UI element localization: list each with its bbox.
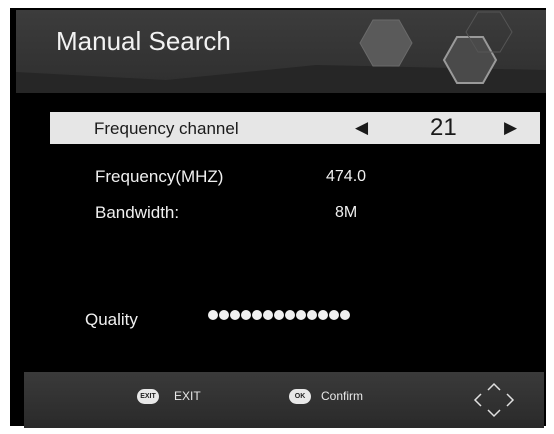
quality-dot (252, 310, 262, 320)
frequency-value: 474.0 (326, 168, 367, 185)
bandwidth-value: 8M (335, 204, 358, 221)
quality-dot (230, 310, 240, 320)
quality-dot (329, 310, 339, 320)
frequency-channel-row[interactable]: Frequency channel ◀ 21 ▶ (50, 112, 540, 144)
quality-dot (219, 310, 229, 320)
quality-indicator (208, 307, 350, 323)
quality-dot (263, 310, 273, 320)
quality-dot (274, 310, 284, 320)
direction-pad-icon (473, 382, 515, 418)
quality-label: Quality (85, 310, 138, 329)
bandwidth-label: Bandwidth: (95, 203, 180, 222)
quality-dot (340, 310, 350, 320)
quality-dot (318, 310, 328, 320)
exit-hint[interactable]: EXIT (174, 389, 201, 404)
frequency-channel-label: Frequency channel (94, 119, 239, 138)
left-arrow-icon[interactable]: ◀ (355, 118, 368, 138)
quality-dot (285, 310, 295, 320)
quality-dot (307, 310, 317, 320)
exit-key-icon: EXIT (137, 389, 159, 404)
frequency-channel-value: 21 (430, 114, 457, 141)
confirm-hint[interactable]: Confirm (321, 389, 363, 404)
header-bar: Manual Search (16, 10, 546, 93)
frequency-label: Frequency(MHZ) (95, 167, 224, 186)
footer-bar: EXIT EXIT OK Confirm (24, 372, 544, 428)
right-arrow-icon[interactable]: ▶ (504, 118, 517, 138)
quality-dot (296, 310, 306, 320)
ok-key-icon: OK (289, 389, 311, 404)
quality-dot (241, 310, 251, 320)
quality-dot (208, 310, 218, 320)
page-title: Manual Search (56, 26, 231, 56)
